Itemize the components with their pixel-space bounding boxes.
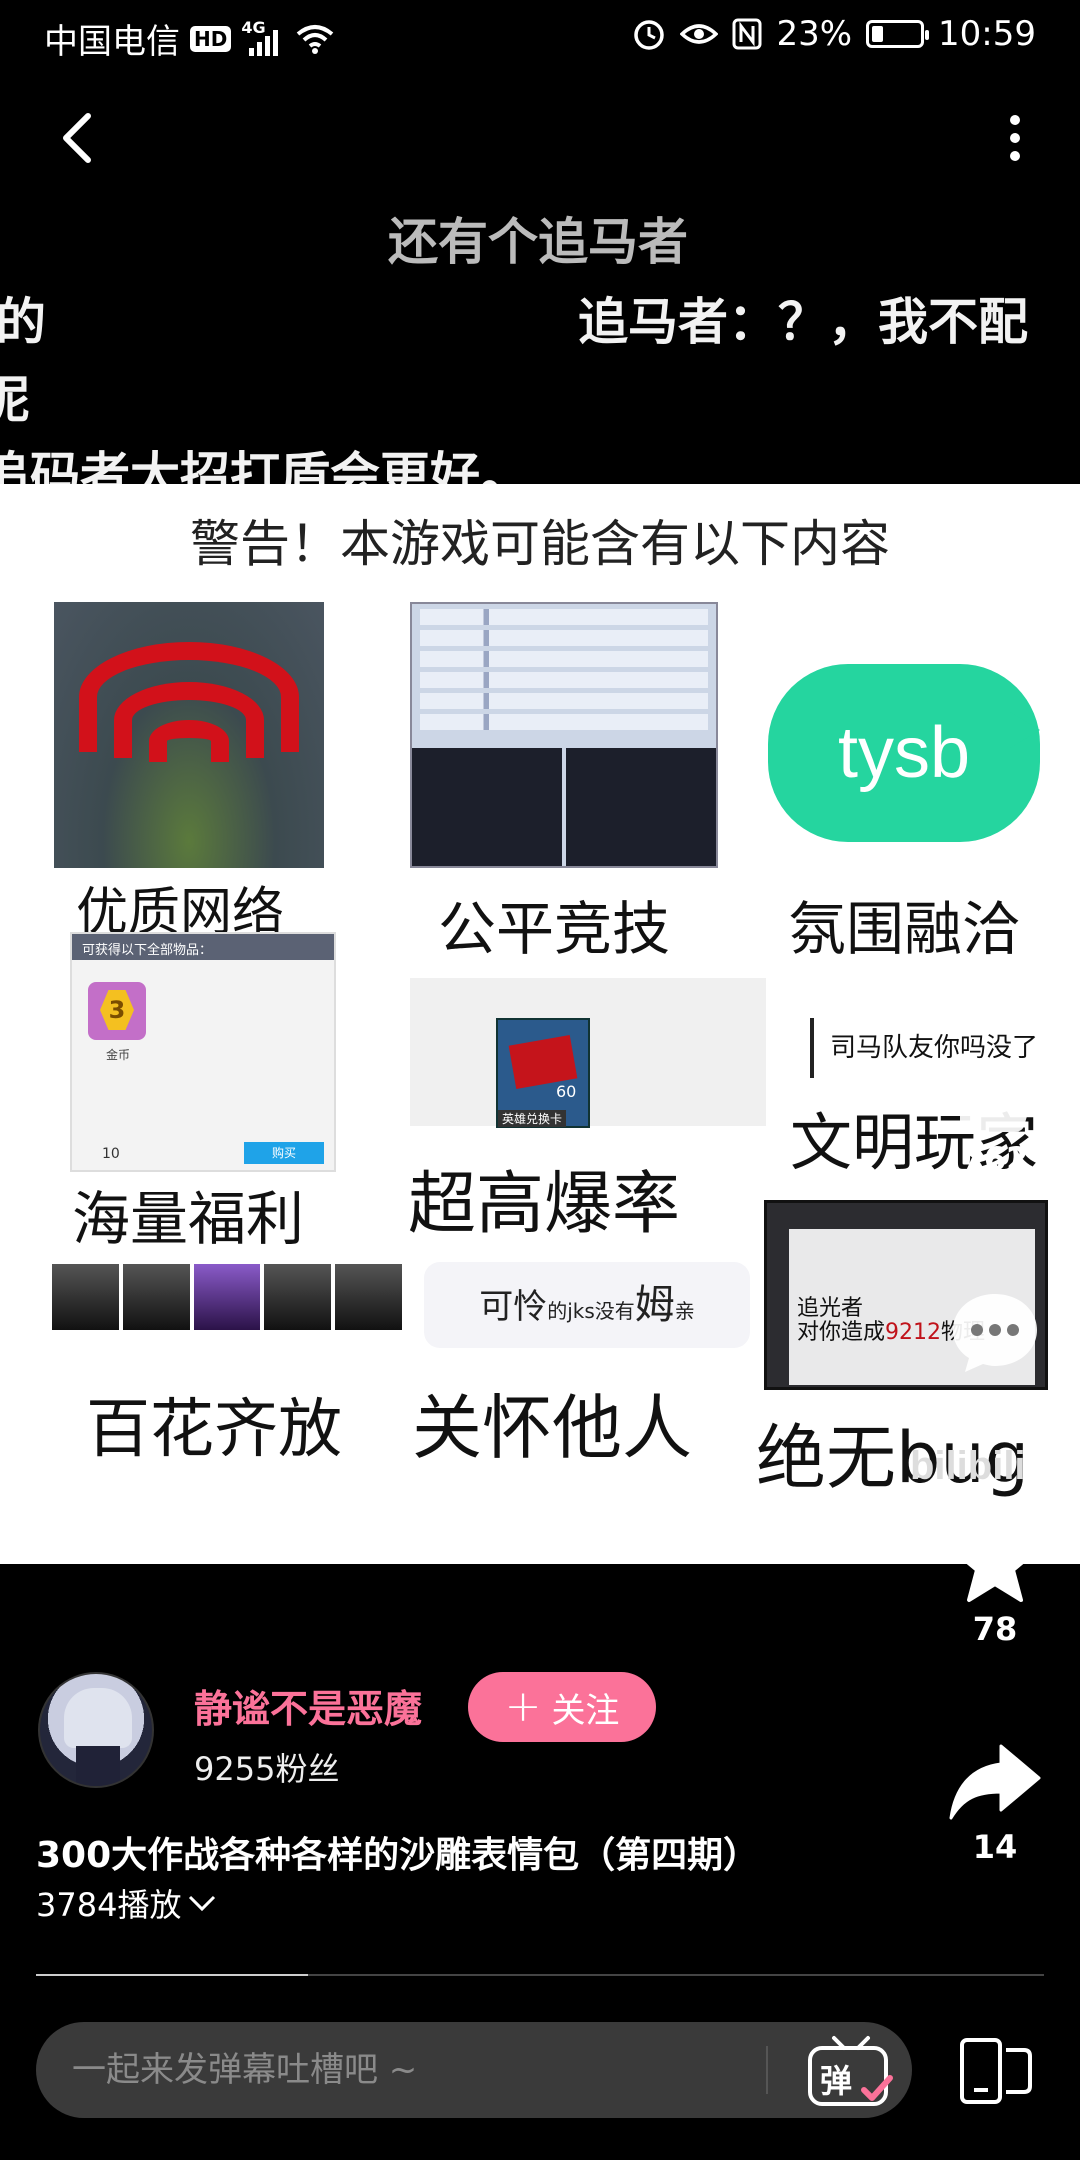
danmaku-layer: 还有个追马者 的 追马者：？，我不配 呢 追码者大招打盾会更好。 (0, 190, 1080, 490)
caption-fair: 公平竞技 (438, 895, 671, 963)
divider (766, 2046, 768, 2094)
danmaku-input[interactable] (72, 2042, 762, 2098)
caption-welfare: 海量福利 (72, 1185, 305, 1253)
danmaku-comment: 的 (0, 293, 46, 351)
author-avatar[interactable] (38, 1672, 154, 1788)
comment-icon (953, 1294, 1037, 1372)
danmaku-comment: 追马者：？，我不配 (578, 293, 1028, 351)
chevron-down-icon (189, 1895, 216, 1912)
tysb-bubble: tysb (768, 664, 1040, 842)
favorite-count: 78 (972, 1610, 1018, 1648)
buy-label: 购买 (244, 1142, 324, 1164)
pity-text: 亲 (674, 1299, 695, 1323)
comment-button[interactable] (930, 1290, 1060, 1378)
reward-card-image: 英雄兑换卡 60 (410, 978, 766, 1128)
follow-button[interactable]: + 关注 (468, 1672, 656, 1742)
plus-icon: + (504, 1681, 542, 1732)
star-icon (951, 1518, 1039, 1602)
danmaku-input-bar: 弹 (36, 2022, 912, 2118)
status-left: 中国电信 HD 4G (44, 14, 335, 63)
favorite-button[interactable]: 78 (930, 1516, 1060, 1648)
like-count: 762 (961, 1140, 1029, 1178)
play-count: 3784播放 (36, 1886, 182, 1924)
share-count: 14 (972, 1828, 1018, 1866)
hero-avatars-image (52, 1264, 402, 1330)
caption-atmosphere: 氛围融洽 (788, 895, 1021, 963)
items-header: 可获得以下全部物品： (72, 934, 334, 960)
author-name[interactable]: 静谧不是恶魔 (194, 1678, 422, 1733)
item-reward-image: 可获得以下全部物品： 金币 10 购买 (70, 932, 336, 1172)
share-icon (949, 1744, 1041, 1820)
coin-label: 金币 (106, 1048, 131, 1062)
more-vertical-icon (1010, 115, 1020, 161)
cellular-signal-icon: 4G (241, 18, 285, 56)
video-heading: 警告！本游戏可能含有以下内容 (190, 515, 890, 573)
pity-text: 可怜 (479, 1287, 548, 1327)
share-button[interactable]: 14 (930, 1740, 1060, 1866)
weak-wifi-image (54, 602, 324, 868)
thumb-up-icon (960, 1064, 1033, 1132)
landscape-switch-button[interactable] (958, 2036, 1034, 2106)
status-bar: 中国电信 HD 4G 23% 10:59 (0, 0, 1080, 72)
follow-label: 关注 (551, 1690, 620, 1731)
chevron-left-icon (63, 113, 91, 163)
playback-progress-bar[interactable] (36, 1974, 1044, 1976)
battery-icon (866, 20, 930, 48)
danmaku-toggle-label: 弹 (820, 2062, 853, 2100)
battery-percent: 23% (776, 14, 853, 54)
danmaku-comment: 还有个追马者 (388, 213, 688, 271)
wifi-icon (297, 24, 334, 54)
battery-fill (872, 26, 883, 42)
pity-text: 姆 (634, 1282, 675, 1328)
fans-count: 9255粉丝 (194, 1750, 340, 1788)
coin-count: 10 (102, 1146, 120, 1162)
danmaku-comment: 追码者大招打盾会更好。 (0, 447, 530, 490)
back-button[interactable] (50, 108, 110, 168)
caption-droprate: 超高爆率 (408, 1165, 681, 1244)
pity-text-image: 可怜的jks没有姆亲 (424, 1262, 750, 1348)
pity-text: 的jks没有 (547, 1299, 635, 1323)
more-options-button[interactable] (1000, 108, 1030, 168)
plays-expand-toggle[interactable]: 3784播放 (36, 1880, 217, 1926)
video-detail-screen: 中国电信 HD 4G 23% 10:59 还有个追马者 的 追马者：？，我不配 … (0, 0, 1080, 2160)
video-player[interactable]: 警告！本游戏可能含有以下内容 优质网络 公平竞技 tysb 氛围融洽 可获得以下… (0, 484, 1080, 1564)
reward-label: 英雄兑换卡 (498, 1110, 567, 1127)
reward-count: 60 (556, 1082, 577, 1101)
eye-comfort-icon (680, 24, 719, 44)
danmaku-toggle-button[interactable]: 弹 (796, 2032, 906, 2112)
caption-care: 关怀他人 (412, 1387, 692, 1469)
playback-progress-fill (36, 1974, 309, 1976)
tysb-bubble-tail (1010, 712, 1040, 748)
scoreboard-image (410, 602, 718, 868)
status-right: 23% 10:59 (632, 14, 1036, 54)
carrier-label: 中国电信 (44, 22, 180, 62)
danmaku-comment: 呢 (0, 371, 30, 429)
coin-icon (88, 982, 146, 1040)
bilibili-watermark: bilibili (910, 1444, 1026, 1488)
video-title: 300大作战各种各样的沙雕表情包（第四期） (36, 1835, 760, 1876)
alarm-icon (634, 20, 665, 50)
author-section: 静谧不是恶魔 + 关注 9255粉丝 (38, 1672, 888, 1822)
hd-badge: HD (190, 25, 232, 52)
clock: 10:59 (938, 14, 1036, 54)
nfc-icon (732, 18, 762, 50)
like-button[interactable]: 762 (930, 1060, 1060, 1178)
screen-rotate-icon (960, 2038, 1032, 2104)
caption-bloom: 百花齐放 (86, 1393, 342, 1467)
